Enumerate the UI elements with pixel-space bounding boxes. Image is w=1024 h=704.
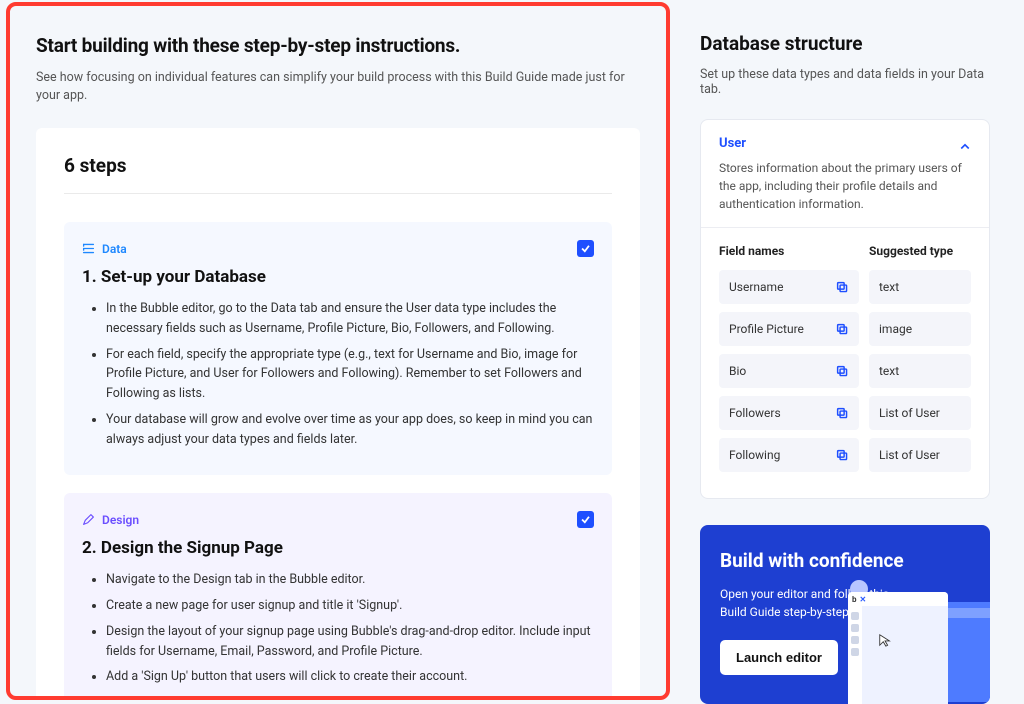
- field-type: image: [879, 322, 912, 336]
- field-type-cell: List of User: [869, 438, 971, 472]
- db-title: Database structure: [700, 32, 990, 55]
- column-header-suggested-type: Suggested type: [869, 244, 971, 258]
- field-name: Username: [729, 280, 783, 294]
- step-category-design: Design: [82, 513, 139, 527]
- step-category-label: Data: [102, 242, 127, 256]
- column-header-field-names: Field names: [719, 244, 859, 258]
- field-type-cell: List of User: [869, 396, 971, 430]
- db-subtitle: Set up these data types and data fields …: [700, 67, 990, 97]
- step-data: Data 1. Set-up your Database In the Bubb…: [64, 222, 612, 475]
- field-type: List of User: [879, 406, 940, 420]
- field-name: Following: [729, 448, 780, 462]
- page-title: Start building with these step-by-step i…: [36, 34, 640, 57]
- promo-card: Build with confidence Open your editor a…: [700, 525, 990, 704]
- steps-count: 6 steps: [64, 154, 612, 194]
- step-checkbox[interactable]: [577, 240, 594, 257]
- field-type-cell: text: [869, 354, 971, 388]
- list-item: Your database will grow and evolve over …: [106, 410, 594, 450]
- steps-card: 6 steps Data 1. Set-up your Database: [36, 128, 640, 700]
- step-design: Design 2. Design the Signup Page Navigat…: [64, 493, 612, 700]
- copy-icon[interactable]: [836, 407, 849, 420]
- step-title: 1. Set-up your Database: [82, 267, 594, 287]
- list-item: Navigate to the Design tab in the Bubble…: [106, 570, 594, 590]
- page-subtitle: See how focusing on individual features …: [36, 69, 640, 104]
- copy-icon[interactable]: [836, 281, 849, 294]
- data-type-description: Stores information about the primary use…: [719, 159, 971, 213]
- data-type-name: User: [719, 136, 746, 151]
- field-name-cell: Followers: [719, 396, 859, 430]
- list-item: Create a new page for user signup and ti…: [106, 596, 594, 616]
- field-row: Profile Picture image: [719, 312, 971, 346]
- field-type: text: [879, 364, 899, 378]
- field-row: Username text: [719, 270, 971, 304]
- step-items: Navigate to the Design tab in the Bubble…: [82, 570, 594, 687]
- step-title: 2. Design the Signup Page: [82, 538, 594, 558]
- field-name-cell: Following: [719, 438, 859, 472]
- field-type-cell: text: [869, 270, 971, 304]
- data-type-header[interactable]: User: [719, 136, 971, 151]
- list-item: For each field, specify the appropriate …: [106, 345, 594, 404]
- field-name: Profile Picture: [729, 322, 804, 336]
- field-type-cell: image: [869, 312, 971, 346]
- field-name-cell: Bio: [719, 354, 859, 388]
- launch-editor-button[interactable]: Launch editor: [720, 640, 838, 675]
- promo-illustration: b✕: [838, 572, 990, 704]
- step-category-data: Data: [82, 242, 127, 256]
- field-row: Bio text: [719, 354, 971, 388]
- build-guide-panel: Start building with these step-by-step i…: [6, 2, 670, 700]
- data-type-card: User Stores information about the primar…: [700, 119, 990, 499]
- right-column: Database structure Set up these data typ…: [700, 0, 996, 704]
- copy-icon[interactable]: [836, 323, 849, 336]
- field-type: List of User: [879, 448, 940, 462]
- pencil-icon: [82, 513, 95, 526]
- data-icon: [82, 242, 95, 255]
- step-category-label: Design: [102, 513, 139, 527]
- list-item: Design the layout of your signup page us…: [106, 622, 594, 662]
- list-item: Add a 'Sign Up' button that users will c…: [106, 667, 594, 687]
- fields-table: Field names Suggested type Username text…: [701, 228, 989, 498]
- list-item: In the Bubble editor, go to the Data tab…: [106, 299, 594, 339]
- chevron-up-icon: [959, 138, 971, 150]
- field-type: text: [879, 280, 899, 294]
- field-name: Bio: [729, 364, 746, 378]
- step-items: In the Bubble editor, go to the Data tab…: [82, 299, 594, 449]
- field-name-cell: Username: [719, 270, 859, 304]
- field-row: Following List of User: [719, 438, 971, 472]
- field-row: Followers List of User: [719, 396, 971, 430]
- copy-icon[interactable]: [836, 449, 849, 462]
- field-name-cell: Profile Picture: [719, 312, 859, 346]
- promo-title: Build with confidence: [720, 549, 970, 573]
- copy-icon[interactable]: [836, 365, 849, 378]
- step-checkbox[interactable]: [577, 511, 594, 528]
- field-name: Followers: [729, 406, 781, 420]
